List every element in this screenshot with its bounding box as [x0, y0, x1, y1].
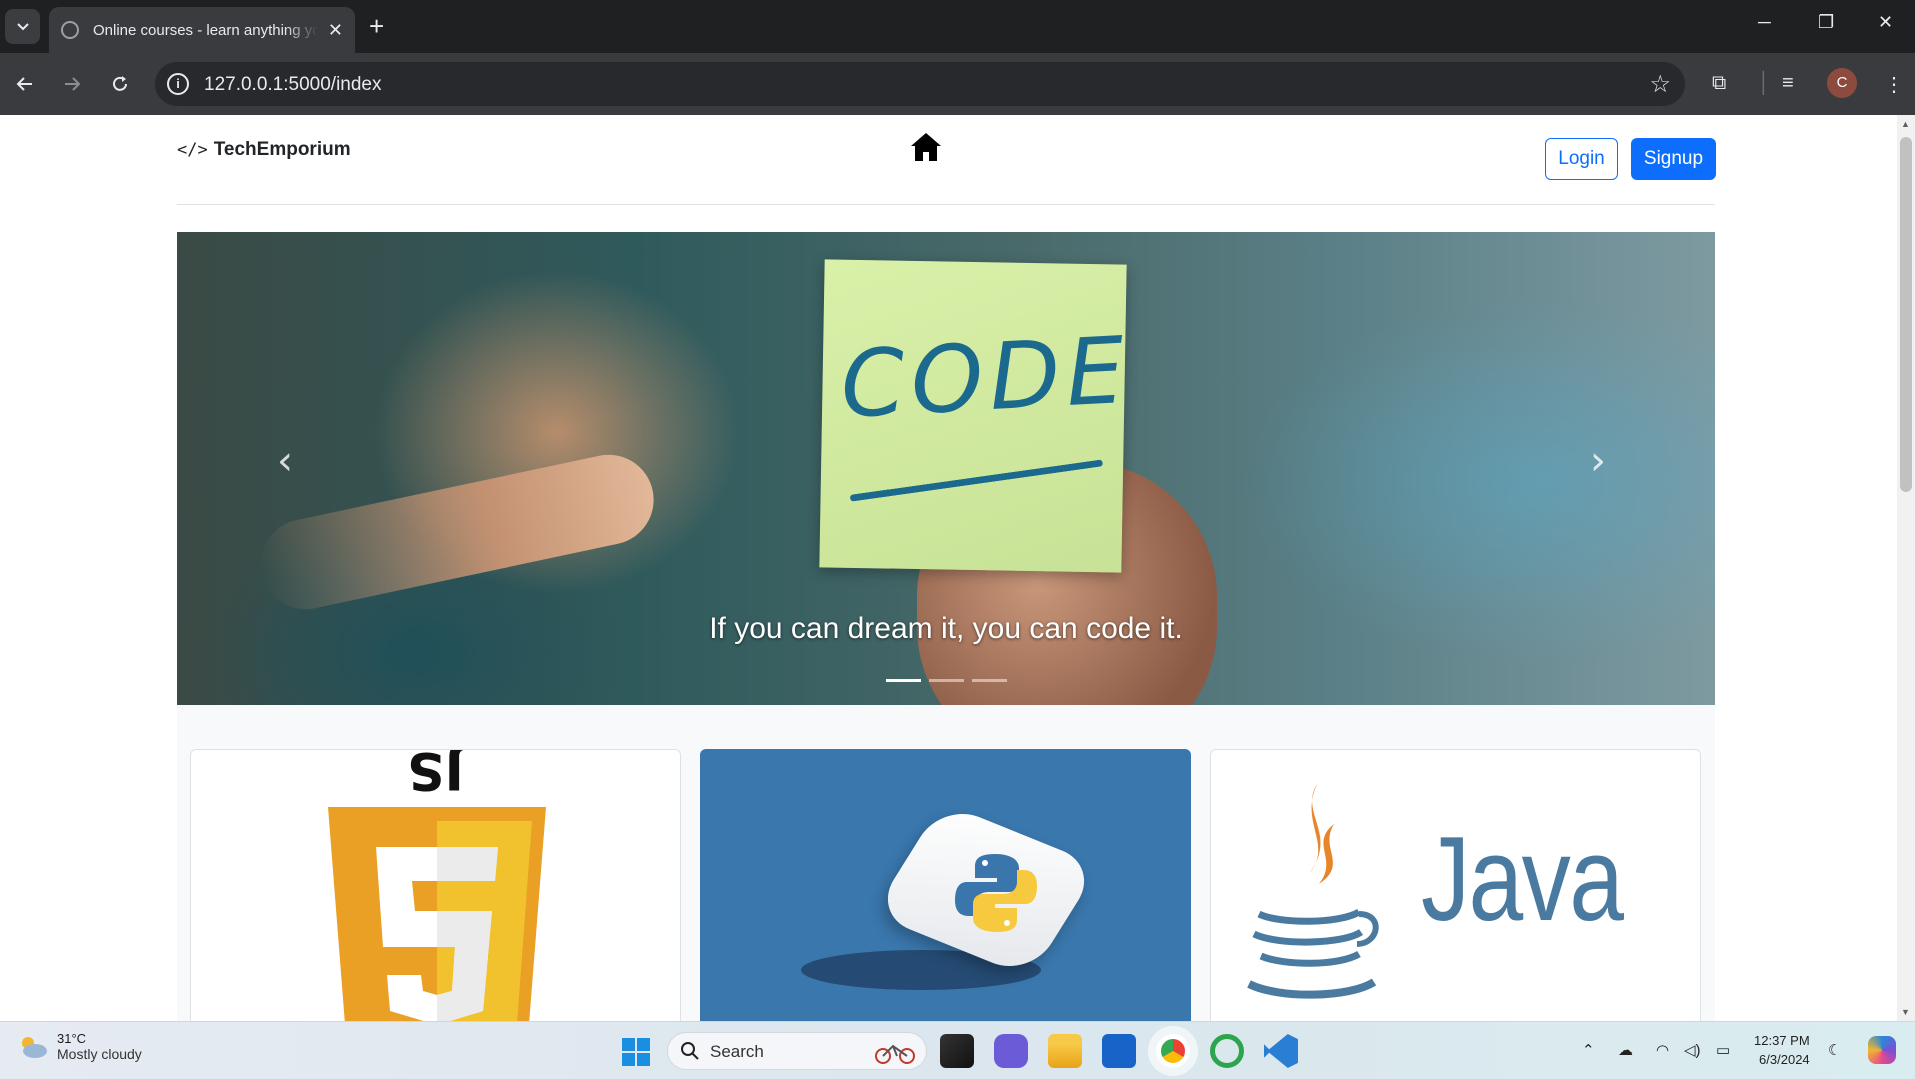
- task-view-icon[interactable]: [940, 1034, 974, 1068]
- site-header: </> TechEmporium Login Signup: [177, 115, 1716, 205]
- sticky-note-image: CODE: [819, 259, 1133, 573]
- taskbar: 31°C Mostly cloudy Search ⌃ ☁ ◠ ◁) ▭ 12:…: [0, 1021, 1915, 1079]
- python-logo-icon: [955, 854, 1037, 932]
- tray-overflow-icon[interactable]: ⌃: [1582, 1041, 1595, 1059]
- login-button[interactable]: Login: [1545, 138, 1618, 180]
- weather-widget[interactable]: 31°C Mostly cloudy: [17, 1031, 142, 1062]
- browser-toolbar: i 127.0.0.1:5000/index ☆ ⧉ │ ≡ C ⋮: [0, 53, 1915, 115]
- forward-button[interactable]: [56, 68, 88, 100]
- chrome-icon[interactable]: [1148, 1026, 1198, 1076]
- pointing-finger-shape: [252, 446, 662, 618]
- scroll-down-icon[interactable]: ▼: [1901, 1007, 1910, 1017]
- reload-button[interactable]: [104, 68, 136, 100]
- chevron-down-icon: [16, 22, 29, 30]
- reload-icon: [113, 76, 127, 91]
- html5-shield-icon: [328, 807, 546, 1021]
- taskbar-search-label: Search: [710, 1042, 764, 1061]
- carousel-indicator-1[interactable]: [886, 679, 921, 682]
- code-icon: </>: [177, 140, 208, 160]
- copilot-icon[interactable]: [1868, 1036, 1896, 1064]
- carousel-next-icon[interactable]: ›: [1590, 438, 1606, 484]
- focus-assist-icon[interactable]: ☾: [1828, 1041, 1841, 1059]
- search-icon: [681, 1042, 699, 1060]
- new-tab-button[interactable]: +: [369, 13, 384, 39]
- carousel-indicators: [886, 679, 1007, 682]
- back-button[interactable]: [9, 68, 41, 100]
- wifi-icon[interactable]: ◠: [1656, 1041, 1669, 1059]
- brand-link[interactable]: </> TechEmporium: [177, 139, 351, 161]
- toolbar-divider: │: [1758, 72, 1771, 94]
- course-card-python[interactable]: [700, 749, 1191, 1021]
- carousel-prev-icon[interactable]: ‹: [277, 438, 293, 484]
- volume-icon[interactable]: ◁): [1684, 1041, 1701, 1059]
- globe-icon: [61, 21, 79, 39]
- home-icon[interactable]: [910, 132, 942, 167]
- file-explorer-icon[interactable]: [1048, 1034, 1082, 1068]
- cloudy-weather-icon: [22, 1036, 47, 1058]
- taskbar-search[interactable]: Search: [667, 1032, 927, 1070]
- bookmark-star-icon[interactable]: ☆: [1649, 70, 1671, 99]
- app-circle-icon[interactable]: [1210, 1034, 1244, 1068]
- java-wordmark: Java: [1421, 812, 1624, 946]
- carousel-caption: If you can dream it, you can code it.: [709, 612, 1183, 645]
- menu-kebab-icon[interactable]: ⋮: [1884, 72, 1904, 97]
- sticky-note-text: CODE: [838, 316, 1133, 439]
- onedrive-cloud-icon[interactable]: ☁: [1618, 1041, 1633, 1059]
- signup-button[interactable]: Signup: [1631, 138, 1716, 180]
- clock-date: 6/3/2024: [1759, 1052, 1810, 1067]
- minimize-icon[interactable]: ─: [1758, 12, 1771, 33]
- profile-avatar[interactable]: C: [1827, 68, 1857, 98]
- microsoft-store-icon[interactable]: [1102, 1034, 1136, 1068]
- back-arrow-icon: [16, 77, 32, 91]
- courses-section: JS Java: [177, 705, 1715, 1021]
- tab-search-button[interactable]: [5, 9, 40, 44]
- weather-temperature: 31°C: [57, 1031, 87, 1046]
- restore-icon[interactable]: ❐: [1818, 12, 1834, 33]
- course-card-javascript[interactable]: JS: [190, 749, 681, 1021]
- address-bar[interactable]: i 127.0.0.1:5000/index ☆: [155, 62, 1685, 106]
- bicycle-icon: [875, 1044, 915, 1064]
- hero-carousel: CODE ‹ › If you can dream it, you can co…: [177, 232, 1715, 705]
- scroll-up-icon[interactable]: ▲: [1901, 119, 1910, 129]
- weather-condition: Mostly cloudy: [57, 1046, 142, 1062]
- java-cup-icon: [1247, 784, 1379, 999]
- battery-icon[interactable]: ▭: [1716, 1041, 1730, 1059]
- media-control-icon[interactable]: ≡: [1782, 72, 1794, 95]
- close-tab-icon[interactable]: ✕: [328, 20, 343, 41]
- extensions-icon[interactable]: ⧉: [1712, 72, 1726, 95]
- url-text[interactable]: 127.0.0.1:5000/index: [204, 74, 382, 96]
- brand-name: TechEmporium: [213, 139, 351, 160]
- page-viewport: </> TechEmporium Login Signup CODE ‹ › I…: [0, 115, 1897, 1021]
- teams-chat-icon[interactable]: [994, 1034, 1028, 1068]
- browser-tab[interactable]: Online courses - learn anything you want…: [49, 7, 355, 53]
- taskbar-clock[interactable]: 12:37 PM 6/3/2024: [1754, 1031, 1810, 1069]
- tab-title: Online courses - learn anything you want: [93, 21, 318, 39]
- forward-arrow-icon: [65, 77, 81, 91]
- windows-start-icon[interactable]: [622, 1038, 650, 1066]
- browser-tab-strip: Online courses - learn anything you want…: [0, 0, 1915, 53]
- sticky-note-underline: [849, 459, 1104, 502]
- clock-time: 12:37 PM: [1754, 1033, 1810, 1048]
- close-window-icon[interactable]: ✕: [1878, 12, 1893, 33]
- vscode-icon[interactable]: [1264, 1034, 1298, 1068]
- scrollbar-thumb[interactable]: [1900, 137, 1912, 492]
- page-scrollbar[interactable]: ▲ ▼: [1897, 115, 1915, 1021]
- carousel-indicator-2[interactable]: [929, 679, 964, 682]
- site-info-icon[interactable]: i: [167, 73, 189, 95]
- carousel-indicator-3[interactable]: [972, 679, 1007, 682]
- js-logo-text: JS: [407, 749, 464, 800]
- course-card-java[interactable]: Java: [1210, 749, 1701, 1021]
